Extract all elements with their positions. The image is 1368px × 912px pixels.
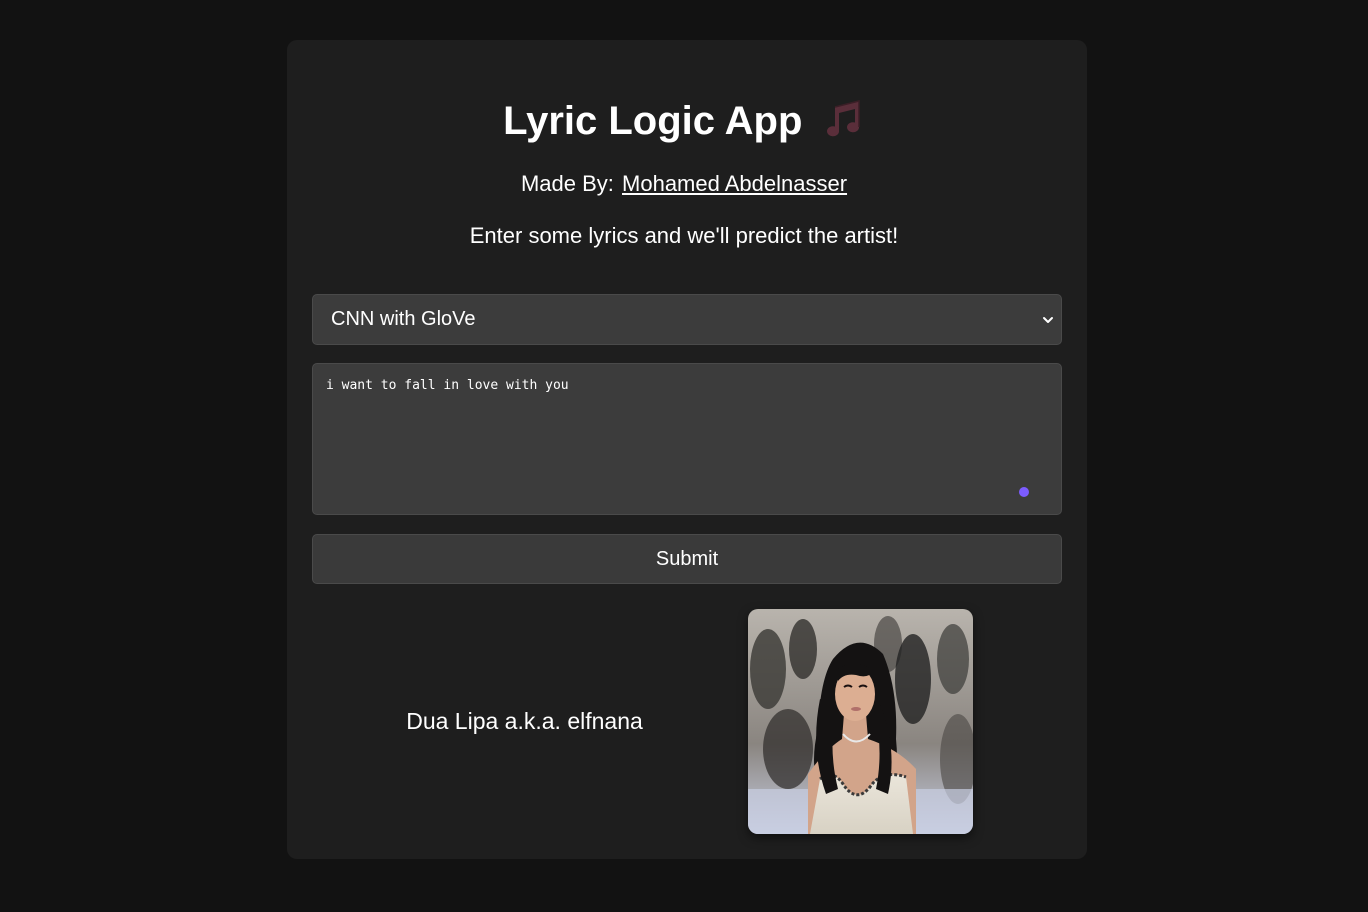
byline-prefix: Made By: <box>520 171 614 196</box>
model-select[interactable]: CNN with GloVe <box>312 294 1062 345</box>
predicted-artist-text: Dua Lipa a.k.a. elfnana <box>406 708 643 734</box>
page-title: Lyric Logic App <box>503 99 803 143</box>
model-select-value: CNN with GloVe <box>331 308 476 330</box>
extension-indicator-dot <box>1019 487 1029 497</box>
artist-photo <box>748 609 973 834</box>
lyrics-input[interactable]: i want to fall in love with you <box>312 363 1062 515</box>
chevron-down-icon <box>1043 317 1053 323</box>
header: Lyric Logic App <box>0 97 1368 147</box>
byline: Made By: Mohamed Abdelnasser <box>0 170 1368 198</box>
author-link[interactable]: Mohamed Abdelnasser <box>622 171 847 196</box>
instructions-text: Enter some lyrics and we'll predict the … <box>469 223 899 248</box>
submit-button[interactable]: Submit <box>312 534 1062 584</box>
musical-notes-icon <box>821 97 865 141</box>
